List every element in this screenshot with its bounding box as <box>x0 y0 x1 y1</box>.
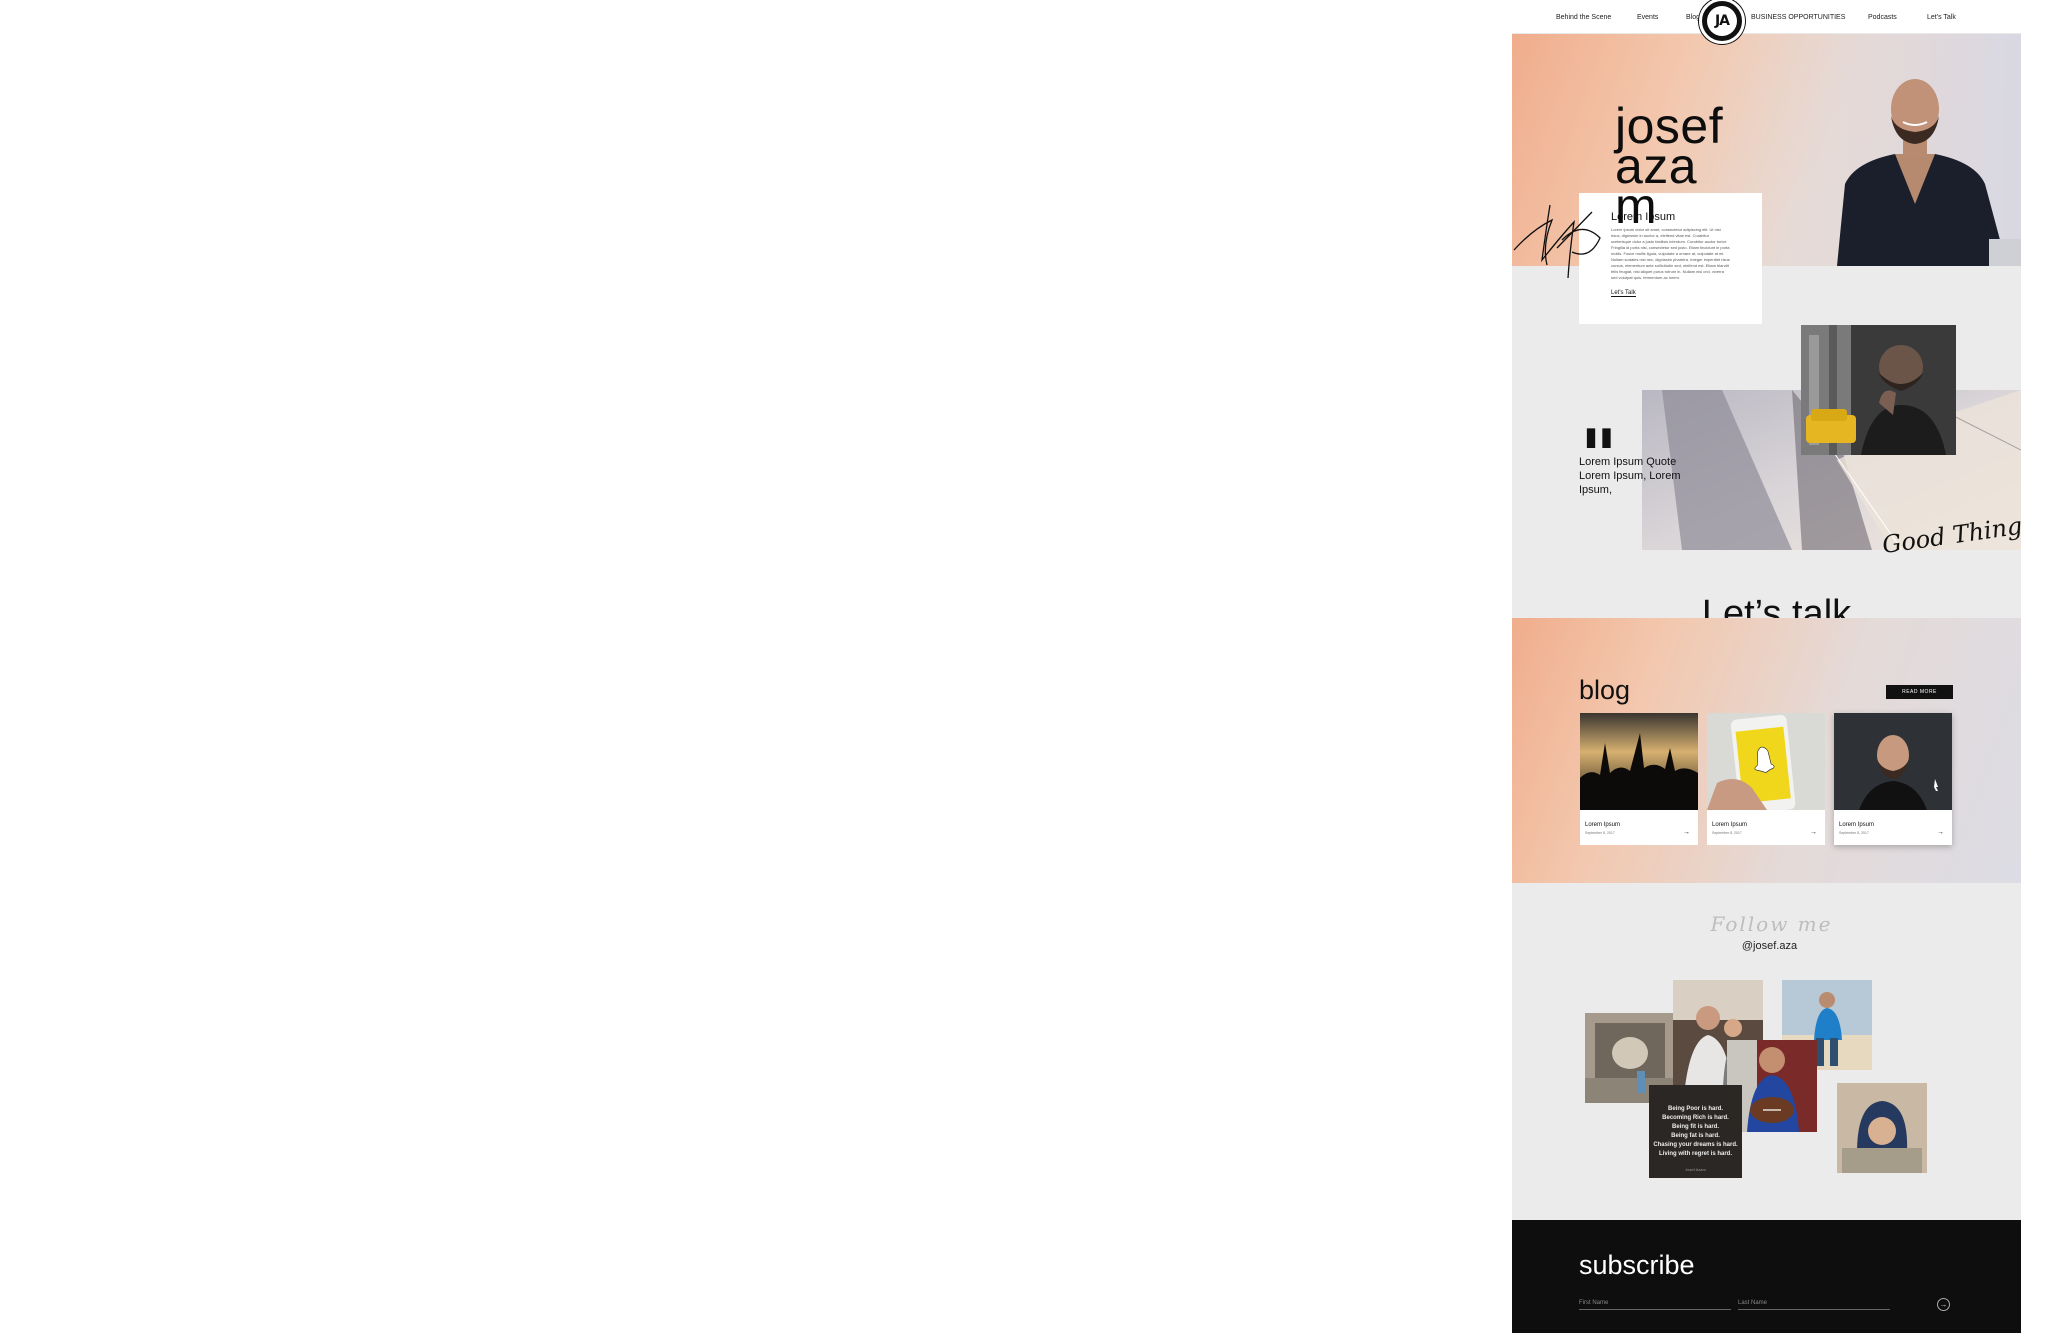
last-name-field[interactable]: Last Name <box>1738 1300 1890 1310</box>
read-more-button[interactable]: READ MORE <box>1886 685 1953 699</box>
quote-text: Lorem Ipsum Quote Lorem Ipsum, Lorem Ips… <box>1579 456 1681 496</box>
city-portrait-image <box>1801 325 1956 455</box>
follow-me-script: Follow me <box>1710 912 1833 936</box>
hero-card-body: Lorem ipsum dolor sit amet, consectetur … <box>1611 227 1730 280</box>
hero-card-lets-talk-link[interactable]: Let's Talk <box>1611 290 1636 297</box>
quote-line: Chasing your dreams is hard. <box>1653 1142 1738 1148</box>
blog-card-title: Lorem Ipsum <box>1839 822 1875 828</box>
blog-heading: blog <box>1579 675 1631 705</box>
arrow-right-icon[interactable]: → <box>1937 829 1944 836</box>
subscribe-section: subscribe <box>1512 1220 2021 1333</box>
blog-card-date: September 8, 2017 <box>1839 831 1869 835</box>
nav-lets-talk[interactable]: Let's Talk <box>1927 14 1956 21</box>
signature-image <box>1513 204 1601 279</box>
arrow-right-icon[interactable]: → <box>1683 829 1690 836</box>
arrow-right-circle-icon[interactable]: → <box>1937 1298 1950 1311</box>
first-name-field[interactable]: First Name <box>1579 1300 1731 1310</box>
logo[interactable]: JA <box>1699 0 1745 44</box>
website-page: Behind the Scene Events Blog BUSINESS OP… <box>1512 0 2021 1333</box>
nav-events[interactable]: Events <box>1637 14 1658 21</box>
nav-behind-the-scene[interactable]: Behind the Scene <box>1556 14 1611 21</box>
arrow-right-icon[interactable]: → <box>1810 829 1817 836</box>
blog-card-title: Lorem Ipsum <box>1712 822 1748 828</box>
concert-image <box>1580 713 1698 810</box>
quote-line: Being Poor is hard. <box>1667 1106 1723 1112</box>
nav-business-opportunities[interactable]: BUSINESS OPPORTUNITIES <box>1751 14 1845 21</box>
top-nav: Behind the Scene Events Blog BUSINESS OP… <box>1512 0 2021 34</box>
good-things-script-image: Good Things <box>1880 510 2021 559</box>
instagram-post-child[interactable] <box>1837 1083 1927 1173</box>
hero-name-heading: josef aza m <box>1615 101 1735 231</box>
good-things-caption: Good Things <box>1880 510 2021 559</box>
nav-podcasts[interactable]: Podcasts <box>1868 14 1897 21</box>
quote-line: Living with regret is hard. <box>1658 1151 1732 1157</box>
logo-monogram: JA <box>1707 6 1737 36</box>
quote-line: Becoming Rich is hard. <box>1662 1115 1729 1121</box>
blog-card-2[interactable]: Lorem Ipsum September 8, 2017 → <box>1707 713 1825 845</box>
instagram-handle-link[interactable]: @josef.aza <box>1512 940 2021 952</box>
blog-card-title: Lorem Ipsum <box>1585 822 1621 828</box>
quote-line: Being fat is hard. <box>1671 1133 1720 1139</box>
quote-line: Being fit is hard. <box>1671 1124 1719 1130</box>
subscribe-heading: subscribe <box>1579 1250 1695 1280</box>
nav-blog[interactable]: Blog <box>1686 14 1700 21</box>
quote-author: Josef Azam <box>1685 1167 1706 1172</box>
blog-card-date: September 8, 2017 <box>1585 831 1615 835</box>
snapchat-phone-image <box>1707 713 1825 810</box>
blog-card-date: September 8, 2017 <box>1712 831 1742 835</box>
blog-card-1[interactable]: Lorem Ipsum September 8, 2017 → <box>1580 713 1698 845</box>
instagram-post-quote[interactable]: Being Poor is hard. Becoming Rich is har… <box>1649 1085 1742 1178</box>
blog-card-3[interactable]: Lorem Ipsum September 8, 2017 → <box>1834 713 1952 845</box>
portrait-image <box>1834 713 1952 810</box>
hero-portrait-image <box>1745 34 2021 266</box>
